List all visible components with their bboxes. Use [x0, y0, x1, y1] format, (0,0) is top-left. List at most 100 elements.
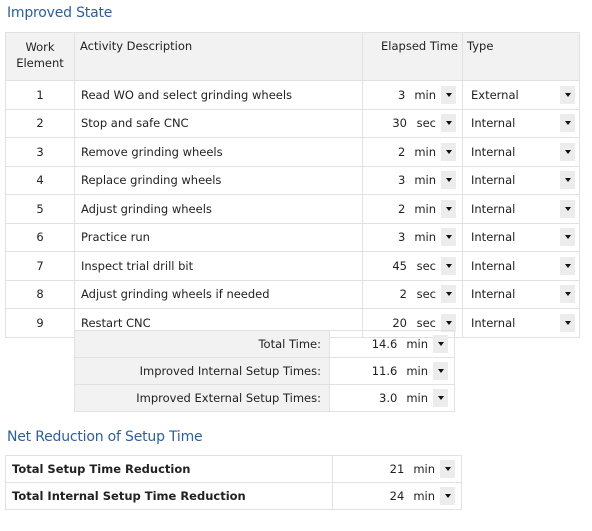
unit-dropdown-button[interactable] — [441, 256, 456, 275]
type-cell: Internal — [462, 165, 580, 195]
activity-description: Practice run — [74, 222, 363, 252]
type-dropdown-button[interactable] — [560, 85, 575, 104]
type-cell: Internal — [462, 222, 580, 252]
summary-row: Improved External Setup Times: 3.0 min — [74, 384, 455, 412]
unit-dropdown-button[interactable] — [441, 228, 456, 247]
type-select[interactable]: Internal — [463, 224, 579, 252]
chevron-down-icon — [445, 206, 452, 211]
type-select[interactable]: Internal — [463, 309, 579, 337]
net-reduction-table: Total Setup Time Reduction 21 min Total Int… — [5, 455, 462, 510]
elapsed-time-value[interactable]: 2 — [398, 202, 405, 216]
net-reduction-row: Total Internal Setup Time Reduction 24 min — [5, 482, 462, 510]
type-select[interactable]: Internal — [463, 252, 579, 280]
table-row: 1 Read WO and select grinding wheels 3 m… — [5, 80, 580, 110]
summary-value[interactable]: 14.6 — [372, 337, 398, 351]
summary-row: Improved Internal Setup Times: 11.6 min — [74, 357, 455, 385]
table-row: 7 Inspect trial drill bit 45 sec Interna… — [5, 251, 580, 281]
type-select[interactable]: Internal — [463, 138, 579, 166]
work-element-table: Work Element Activity Description Elapse… — [5, 32, 580, 338]
work-element-number: 6 — [5, 222, 75, 252]
type-dropdown-button[interactable] — [560, 142, 575, 161]
elapsed-time-unit: min — [414, 173, 436, 188]
net-reduction-row: Total Setup Time Reduction 21 min — [5, 455, 462, 483]
summary-value-cell: 3.0 min — [329, 384, 455, 412]
type-value: Internal — [471, 287, 516, 302]
chevron-down-icon — [564, 263, 571, 268]
elapsed-time-unit: sec — [416, 116, 436, 131]
header-type: Type — [462, 32, 580, 81]
type-cell: Internal — [462, 194, 580, 224]
type-dropdown-button[interactable] — [560, 171, 575, 190]
type-dropdown-button[interactable] — [560, 313, 575, 332]
elapsed-time-value[interactable]: 2 — [400, 287, 407, 301]
header-activity-description: Activity Description — [74, 32, 363, 81]
elapsed-time-value[interactable]: 3 — [398, 230, 405, 244]
elapsed-time-value[interactable]: 30 — [392, 116, 407, 130]
elapsed-time-cell: 2 min — [362, 194, 463, 224]
type-value: Internal — [471, 144, 516, 159]
type-select[interactable]: External — [463, 81, 579, 109]
type-value: Internal — [471, 230, 516, 245]
unit-dropdown-button[interactable] — [441, 142, 456, 161]
activity-description: Adjust grinding wheels — [74, 194, 363, 224]
type-cell: Internal — [462, 251, 580, 281]
type-select[interactable]: Internal — [463, 167, 579, 195]
table-row: 5 Adjust grinding wheels 2 min Internal — [5, 194, 580, 224]
type-cell: Internal — [462, 137, 580, 167]
type-value: Internal — [471, 173, 516, 188]
summary-value[interactable]: 3.0 — [379, 391, 397, 405]
type-dropdown-button[interactable] — [560, 285, 575, 304]
elapsed-time-unit: min — [414, 201, 436, 216]
chevron-down-icon — [437, 369, 444, 373]
unit-dropdown-button[interactable] — [433, 389, 448, 407]
elapsed-time-value[interactable]: 3 — [398, 173, 405, 187]
net-reduction-value-cell: 24 min — [332, 482, 462, 510]
summary-value[interactable]: 11.6 — [372, 364, 398, 378]
elapsed-time-value[interactable]: 3 — [398, 88, 405, 102]
chevron-down-icon — [444, 467, 451, 471]
activity-description: Read WO and select grinding wheels — [74, 80, 363, 110]
elapsed-time-unit: min — [414, 144, 436, 159]
elapsed-time-value[interactable]: 45 — [392, 259, 407, 273]
net-reduction-value[interactable]: 24 — [390, 489, 405, 503]
table-row: 8 Adjust grinding wheels if needed 2 sec… — [5, 279, 580, 309]
summary-row: Total Time: 14.6 min — [74, 330, 455, 358]
unit-dropdown-button[interactable] — [441, 171, 456, 190]
elapsed-time-cell: 45 sec — [362, 251, 463, 281]
unit-dropdown-button[interactable] — [440, 487, 455, 505]
type-dropdown-button[interactable] — [560, 256, 575, 275]
unit-dropdown-button[interactable] — [433, 362, 448, 380]
chevron-down-icon — [444, 494, 451, 498]
elapsed-time-cell: 2 sec — [362, 279, 463, 309]
net-reduction-title: Net Reduction of Setup Time — [7, 429, 203, 445]
unit-dropdown-button[interactable] — [441, 285, 456, 304]
elapsed-time-cell: 3 min — [362, 165, 463, 195]
chevron-down-icon — [437, 342, 444, 346]
type-dropdown-button[interactable] — [560, 228, 575, 247]
type-dropdown-button[interactable] — [560, 114, 575, 133]
summary-unit: min — [406, 337, 428, 351]
unit-dropdown-button[interactable] — [441, 199, 456, 218]
chevron-down-icon — [564, 292, 571, 297]
chevron-down-icon — [564, 235, 571, 240]
elapsed-time-cell: 30 sec — [362, 108, 463, 138]
type-select[interactable]: Internal — [463, 281, 579, 309]
elapsed-time-value[interactable]: 2 — [398, 145, 405, 159]
type-dropdown-button[interactable] — [560, 199, 575, 218]
work-element-number: 7 — [5, 251, 75, 281]
type-value: External — [471, 87, 519, 102]
type-select[interactable]: Internal — [463, 195, 579, 223]
chevron-down-icon — [445, 92, 452, 97]
unit-dropdown-button[interactable] — [433, 335, 448, 353]
summary-unit: min — [406, 391, 428, 405]
type-select[interactable]: Internal — [463, 110, 579, 138]
work-element-number: 1 — [5, 80, 75, 110]
net-reduction-value[interactable]: 21 — [390, 462, 405, 476]
chevron-down-icon — [564, 206, 571, 211]
unit-dropdown-button[interactable] — [441, 85, 456, 104]
elapsed-time-value[interactable]: 20 — [392, 316, 407, 330]
header-elapsed-time: Elapsed Time — [362, 32, 463, 81]
net-reduction-label: Total Internal Setup Time Reduction — [5, 482, 333, 510]
unit-dropdown-button[interactable] — [441, 114, 456, 133]
unit-dropdown-button[interactable] — [440, 460, 455, 478]
